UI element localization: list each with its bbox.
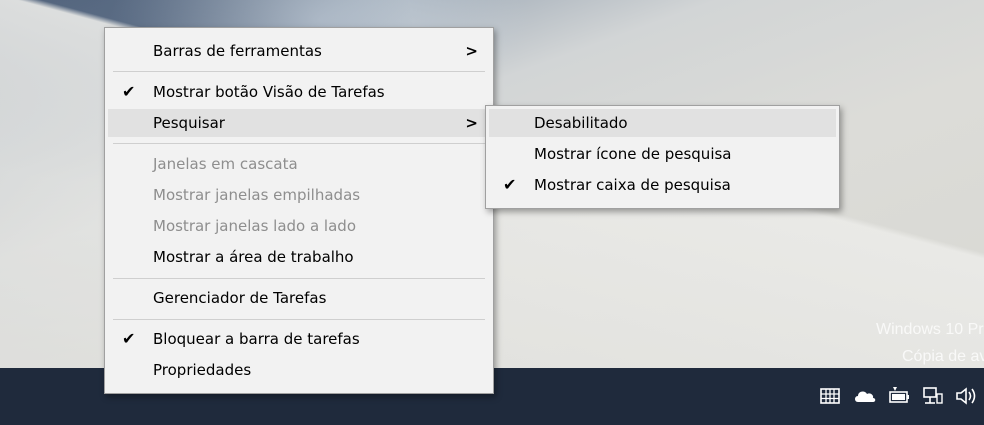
menu-item-label: Janelas em cascata bbox=[153, 155, 298, 173]
keyboard-icon[interactable] bbox=[820, 386, 840, 406]
menu-separator bbox=[113, 71, 485, 72]
taskbar-context-menu: Barras de ferramentas > ✔ Mostrar botão … bbox=[104, 27, 494, 394]
menu-item-label: Desabilitado bbox=[534, 114, 628, 132]
menu-item-label: Mostrar janelas lado a lado bbox=[153, 217, 356, 235]
menu-item-label: Propriedades bbox=[153, 361, 252, 379]
menu-item-search[interactable]: Pesquisar > bbox=[108, 109, 490, 137]
battery-icon[interactable] bbox=[887, 386, 911, 406]
chevron-right-icon: > bbox=[465, 114, 478, 132]
menu-item-label: Barras de ferramentas bbox=[153, 42, 322, 60]
menu-separator bbox=[113, 278, 485, 279]
activation-watermark-line1: Windows 10 Pr bbox=[876, 321, 984, 338]
submenu-item-show-search-icon[interactable]: Mostrar ícone de pesquisa bbox=[489, 140, 836, 168]
menu-item-toolbars[interactable]: Barras de ferramentas > bbox=[108, 37, 490, 65]
menu-item-stacked-windows[interactable]: Mostrar janelas empilhadas bbox=[108, 181, 490, 209]
menu-item-show-desktop[interactable]: Mostrar a área de trabalho bbox=[108, 243, 490, 271]
menu-item-lock-taskbar[interactable]: ✔ Bloquear a barra de tarefas bbox=[108, 325, 490, 353]
menu-item-label: Mostrar ícone de pesquisa bbox=[534, 145, 732, 163]
onedrive-icon[interactable] bbox=[853, 386, 877, 406]
menu-item-label: Mostrar a área de trabalho bbox=[153, 248, 354, 266]
menu-item-label: Mostrar botão Visão de Tarefas bbox=[153, 83, 385, 101]
volume-icon[interactable] bbox=[955, 386, 979, 406]
checkmark-icon: ✔ bbox=[503, 175, 517, 194]
submenu-item-disabled[interactable]: Desabilitado bbox=[489, 109, 836, 137]
menu-item-label: Pesquisar bbox=[153, 114, 225, 132]
menu-item-label: Mostrar janelas empilhadas bbox=[153, 186, 361, 204]
menu-item-label: Bloquear a barra de tarefas bbox=[153, 330, 360, 348]
chevron-right-icon: > bbox=[465, 42, 478, 60]
activation-watermark-line2: Cópia de av bbox=[902, 348, 984, 365]
network-icon[interactable] bbox=[922, 386, 944, 406]
menu-separator bbox=[113, 143, 485, 144]
menu-item-show-task-view[interactable]: ✔ Mostrar botão Visão de Tarefas bbox=[108, 78, 490, 106]
menu-item-task-manager[interactable]: Gerenciador de Tarefas bbox=[108, 284, 490, 312]
menu-item-side-by-side-windows[interactable]: Mostrar janelas lado a lado bbox=[108, 212, 490, 240]
menu-item-properties[interactable]: Propriedades bbox=[108, 356, 490, 384]
menu-item-label: Mostrar caixa de pesquisa bbox=[534, 176, 731, 194]
menu-item-label: Gerenciador de Tarefas bbox=[153, 289, 327, 307]
checkmark-icon: ✔ bbox=[122, 82, 136, 101]
submenu-item-show-search-box[interactable]: ✔ Mostrar caixa de pesquisa bbox=[489, 171, 836, 199]
menu-separator bbox=[113, 319, 485, 320]
menu-item-cascade-windows[interactable]: Janelas em cascata bbox=[108, 150, 490, 178]
search-submenu: Desabilitado Mostrar ícone de pesquisa ✔… bbox=[485, 105, 840, 209]
checkmark-icon: ✔ bbox=[122, 329, 136, 348]
